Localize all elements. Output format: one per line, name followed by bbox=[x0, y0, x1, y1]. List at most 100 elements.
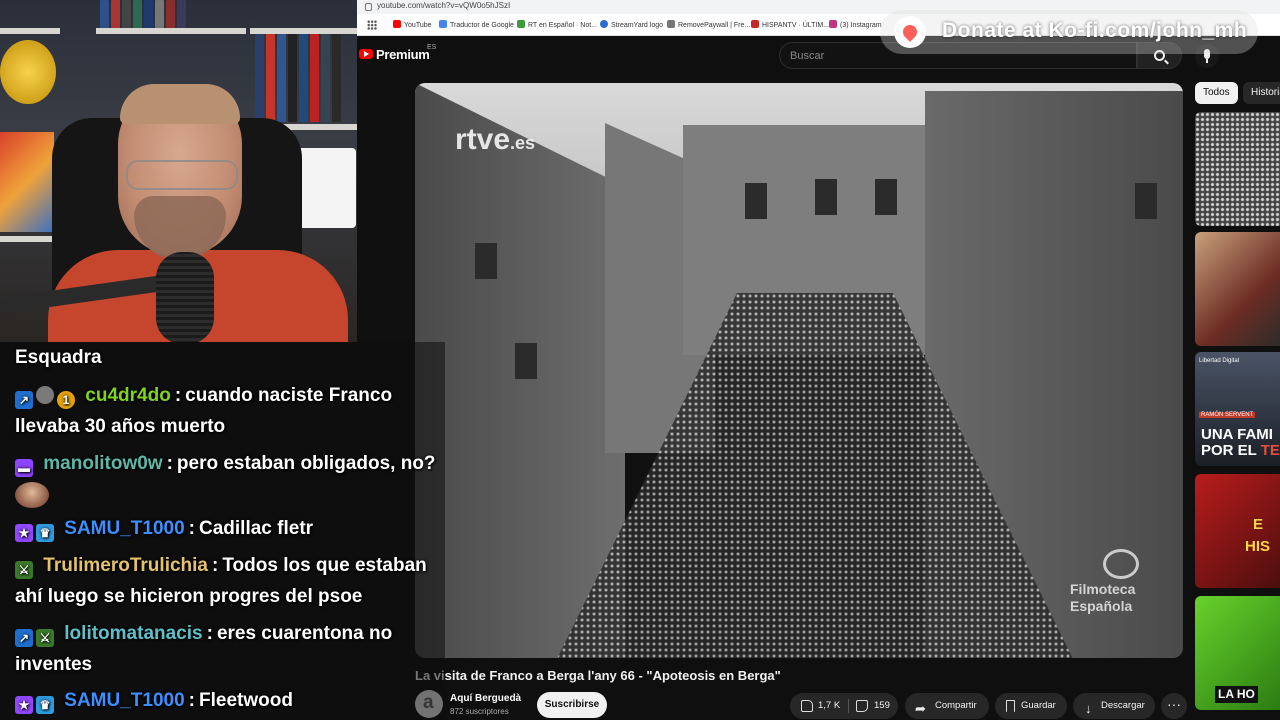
bookmark-streamyard[interactable]: StreamYard logo bbox=[600, 20, 663, 29]
bookmark-hispantv[interactable]: HISPANTV · ÚLTIM... bbox=[751, 20, 829, 29]
like-count[interactable]: 1,7 K bbox=[818, 693, 840, 719]
sidebar-thumb-3[interactable]: Libertad Digital RAMÓN SERVENT UNA FAMI … bbox=[1195, 352, 1280, 466]
thumb-title-line2: HIS bbox=[1245, 538, 1271, 555]
thumb-channel-label: Libertad Digital bbox=[1199, 358, 1240, 364]
books bbox=[100, 0, 186, 28]
badge-crown-icon: ♛ bbox=[36, 696, 54, 714]
youtube-premium-label: Premium bbox=[376, 47, 430, 62]
chat-message: ↗ ⚔ lolitomatanacis: eres cuarentona no in… bbox=[15, 618, 445, 680]
rt-icon bbox=[517, 20, 525, 28]
shelf bbox=[96, 28, 246, 34]
chat-text: Esquadra bbox=[15, 347, 102, 368]
youtube-play-icon bbox=[359, 49, 373, 59]
apps-grid-icon[interactable] bbox=[367, 20, 377, 30]
like-icon[interactable] bbox=[801, 700, 813, 712]
browser-window: youtube.com/watch?v=vQW0o5hJSzI YouTube … bbox=[357, 0, 1280, 720]
download-icon bbox=[1084, 696, 1096, 720]
streamyard-icon bbox=[600, 20, 608, 28]
chat-separator: : bbox=[188, 690, 195, 711]
search-placeholder: Buscar bbox=[790, 50, 825, 62]
translate-icon bbox=[439, 20, 447, 28]
console-box bbox=[298, 148, 356, 228]
share-button[interactable]: Compartir bbox=[905, 693, 989, 720]
more-actions-icon[interactable]: ··· bbox=[1161, 693, 1187, 719]
badge-mod-icon: ⚔ bbox=[36, 629, 54, 647]
share-icon bbox=[915, 696, 928, 720]
dislike-count[interactable]: 159 bbox=[874, 693, 890, 719]
video-window bbox=[1135, 183, 1157, 219]
video-window bbox=[515, 343, 537, 379]
stream-screen: youtube.com/watch?v=vQW0o5hJSzI YouTube … bbox=[0, 0, 1280, 720]
sidebar-thumb-1[interactable] bbox=[1195, 112, 1280, 226]
chip-todos[interactable]: Todos bbox=[1195, 82, 1238, 104]
youtube-logo[interactable]: Premium ES bbox=[357, 44, 477, 66]
chat-text: pero estaban obligados, no? bbox=[176, 453, 436, 474]
chat-username[interactable]: TrulimeroTrulichia bbox=[43, 555, 208, 576]
video-player[interactable]: rtve.es Filmoteca Española bbox=[415, 83, 1183, 658]
filmoteca-watermark: Filmoteca Española bbox=[1070, 581, 1136, 614]
chat-username[interactable]: cu4dr4do bbox=[85, 385, 171, 406]
divider bbox=[848, 699, 849, 713]
figurine bbox=[0, 40, 56, 104]
microphone bbox=[156, 252, 214, 342]
youtube-icon bbox=[393, 20, 401, 28]
filmoteca-logo-icon bbox=[1103, 549, 1139, 579]
sidebar-thumb-5[interactable]: LA HO bbox=[1195, 596, 1280, 710]
video-window bbox=[745, 183, 767, 219]
like-dislike-group: 1,7 K 159 bbox=[790, 693, 898, 719]
bookmark-removepaywall[interactable]: RemovePaywall | Fre... bbox=[667, 20, 750, 29]
chat-message: ★ ♛ SAMU_T1000: Fleetwood bbox=[15, 685, 445, 716]
share-label: Compartir bbox=[935, 700, 977, 711]
kofi-cup-icon bbox=[894, 16, 926, 48]
glasses bbox=[126, 160, 238, 190]
badge-star-icon: ★ bbox=[15, 524, 33, 542]
bookmark-rt[interactable]: RT en Español · Not... bbox=[517, 20, 597, 29]
bookmark-youtube[interactable]: YouTube bbox=[393, 20, 432, 29]
badge-crown-icon: ♛ bbox=[36, 524, 54, 542]
kofi-donate-banner: Donate at Ko-fi.com/john_mh bbox=[880, 10, 1258, 54]
thumb-title-line1: E bbox=[1253, 516, 1264, 533]
save-button[interactable]: Guardar bbox=[995, 693, 1067, 719]
chat-message: ★ ♛ SAMU_T1000: Cadillac fletr bbox=[15, 513, 445, 544]
chat-message: Esquadra bbox=[15, 342, 445, 373]
shelf bbox=[0, 28, 60, 34]
chat-message: ▬ manolitow0w: pero estaban obligados, no… bbox=[15, 448, 445, 510]
chat-username[interactable]: lolitomatanacis bbox=[64, 623, 202, 644]
webcam-feed bbox=[0, 0, 357, 342]
download-label: Descargar bbox=[1101, 700, 1145, 711]
chip-historia[interactable]: Historia bbox=[1243, 82, 1280, 104]
badge-avatar-icon bbox=[36, 386, 54, 404]
subscriber-count: 872 suscriptores bbox=[450, 707, 509, 716]
video-window bbox=[815, 179, 837, 215]
sidebar-thumb-4[interactable]: E HIS bbox=[1195, 474, 1280, 588]
chat-username[interactable]: SAMU_T1000 bbox=[64, 518, 184, 539]
chat-separator: : bbox=[166, 453, 173, 474]
kofi-text: Donate at Ko-fi.com/john_mh bbox=[942, 19, 1248, 42]
save-label: Guardar bbox=[1021, 700, 1056, 711]
badge-star-icon: ★ bbox=[15, 696, 33, 714]
chat-message: ↗ 1 cu4dr4do: cuando naciste Franco llevab… bbox=[15, 380, 445, 442]
badge-mod-icon: ⚔ bbox=[15, 561, 33, 579]
shelf bbox=[0, 236, 60, 242]
download-button[interactable]: Descargar bbox=[1073, 693, 1155, 720]
subscribe-button[interactable]: Suscribirse bbox=[537, 692, 607, 718]
url-text[interactable]: youtube.com/watch?v=vQW0o5hJSzI bbox=[377, 1, 510, 10]
video-title: La visita de Franco a Berga l'any 66 - "… bbox=[415, 668, 781, 683]
dislike-icon[interactable] bbox=[856, 700, 868, 712]
video-window bbox=[875, 179, 897, 215]
bookmark-instagram[interactable]: (3) Instagram bbox=[829, 20, 882, 29]
chat-text: Fleetwood bbox=[199, 690, 293, 711]
chat-username[interactable]: manolitow0w bbox=[43, 453, 162, 474]
sidebar-thumb-2[interactable] bbox=[1195, 232, 1280, 346]
chat-separator: : bbox=[174, 385, 182, 406]
bookmark-translate[interactable]: Traductor de Google bbox=[439, 20, 514, 29]
thumb-title: LA HO bbox=[1215, 686, 1258, 703]
chat-separator: : bbox=[188, 518, 195, 539]
channel-name[interactable]: Aquí Berguedà bbox=[450, 693, 521, 704]
video-window bbox=[475, 243, 497, 279]
chat-username[interactable]: SAMU_T1000 bbox=[64, 690, 184, 711]
chat-text: Cadillac fletr bbox=[199, 518, 314, 539]
region-code: ES bbox=[427, 44, 437, 51]
instagram-icon bbox=[829, 20, 837, 28]
chat-message: ⚔ TrulimeroTrulichia: Todos los que estab… bbox=[15, 550, 445, 612]
